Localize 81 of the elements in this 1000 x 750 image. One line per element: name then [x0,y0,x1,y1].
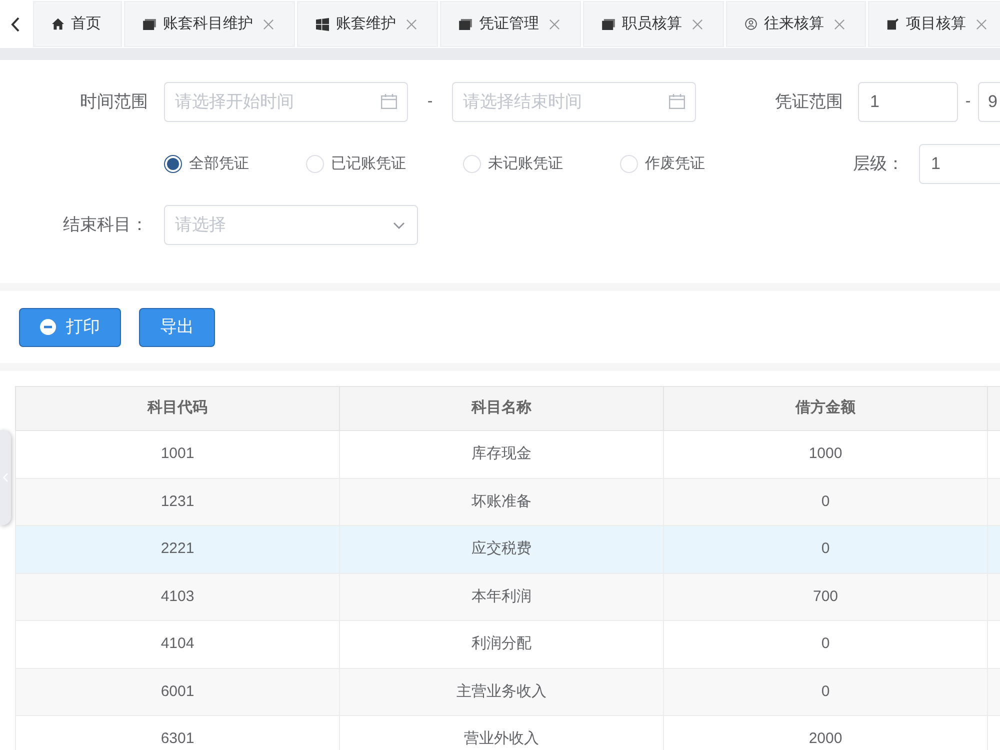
field-label: 结束科目： [62,214,148,236]
table-row[interactable]: 1001 库存现金 1000 [15,431,1000,478]
close-icon[interactable] [263,18,274,30]
table-cell: 6301 [16,716,340,750]
tab-label: 项目核算 [906,14,966,34]
tab-label: 凭证管理 [479,14,539,34]
tab[interactable]: 账套维护 [297,1,438,47]
card-icon [602,18,615,30]
tab[interactable]: 职员核算 [583,1,724,47]
tab-label: 首页 [71,14,101,34]
table-cell: 2000 [664,716,988,750]
radio-option[interactable]: 作废凭证 [620,152,705,176]
column-header: 科目代码 [16,387,340,430]
table-row[interactable]: 4104 利润分配 0 [15,621,1000,668]
table-cell: 1231 [16,478,340,525]
date-field[interactable]: 请选择结束时间 [452,82,696,122]
date-field[interactable]: 请选择开始时间 [164,82,408,122]
close-icon[interactable] [976,18,987,30]
home-icon [52,18,64,30]
close-icon[interactable] [692,18,703,30]
close-icon[interactable] [834,18,845,30]
action-button[interactable]: 导出 [139,308,215,346]
collapse-handle[interactable] [0,430,11,525]
tab-label: 账套科目维护 [163,14,253,34]
table-cell: 应交税费 [340,526,664,572]
table-cell: 1000 [664,431,988,478]
tab-label: 职员核算 [622,14,682,34]
chevron-down-icon [393,222,405,229]
table-cell: 0 [664,668,988,715]
tab[interactable]: 首页 [33,1,122,47]
close-icon[interactable] [549,18,560,30]
table-cell: 坏账准备 [340,478,664,525]
calendar-icon [381,94,397,109]
table-cell: 700 [664,574,988,620]
column-header: 借方金额 [664,387,988,430]
table-cell: 主营业务收入 [340,668,664,715]
table-cell: 营业外收入 [340,716,664,750]
table-row[interactable]: 4103 本年利润 700 [15,574,1000,621]
table-cell: 6001 [16,668,340,715]
tab-label: 往来核算 [764,14,824,34]
table-cell: 0 [664,478,988,525]
number-field[interactable]: 9 [978,82,1000,122]
radio-option[interactable]: 未记账凭证 [463,152,563,176]
close-icon[interactable] [406,18,417,30]
tab[interactable]: 凭证管理 [440,1,581,47]
table-cell: 4103 [16,574,340,620]
select-field[interactable]: 请选择 [164,205,418,245]
range-separator: - [427,92,433,112]
tab[interactable]: 往来核算 [726,1,866,47]
table-cell: 利润分配 [340,621,664,668]
table-cell: 1001 [16,431,340,478]
tab[interactable]: 账套科目维护 [124,1,295,47]
card-icon [459,18,472,30]
calendar-icon [669,94,685,109]
table-row[interactable]: 2221 应交税费 0 [15,526,1000,574]
card-icon [143,18,156,30]
table-cell: 4104 [16,621,340,668]
number-field[interactable]: 1 [858,82,958,122]
chevron-left-icon [11,16,20,32]
edit-icon [887,18,899,30]
field-label: 层级： [852,153,904,176]
action-button[interactable]: 打印 [19,308,121,346]
table-cell: 库存现金 [340,431,664,478]
radio-option[interactable]: 全部凭证 [164,152,249,176]
user-circle-icon [745,18,757,30]
field-label: 凭证范围 [774,91,843,114]
table-cell: 2221 [16,526,340,572]
window-grid-icon [316,18,329,30]
column-header: 科目名称 [340,387,664,430]
table-cell: 0 [664,526,988,572]
field-label: 时间范围 [79,91,148,114]
tab-label: 账套维护 [336,14,396,34]
table-row[interactable]: 1231 坏账准备 0 [15,478,1000,526]
radio-option[interactable]: 已记账凭证 [306,152,406,176]
table-row[interactable]: 6001 主营业务收入 0 [15,668,1000,716]
tab[interactable]: 项目核算 [868,1,1000,47]
table-cell: 0 [664,621,988,668]
level-field[interactable]: 1 [919,144,1000,184]
range-separator: - [965,92,971,112]
table-cell: 本年利润 [340,574,664,620]
minus-circle-icon [40,319,56,335]
